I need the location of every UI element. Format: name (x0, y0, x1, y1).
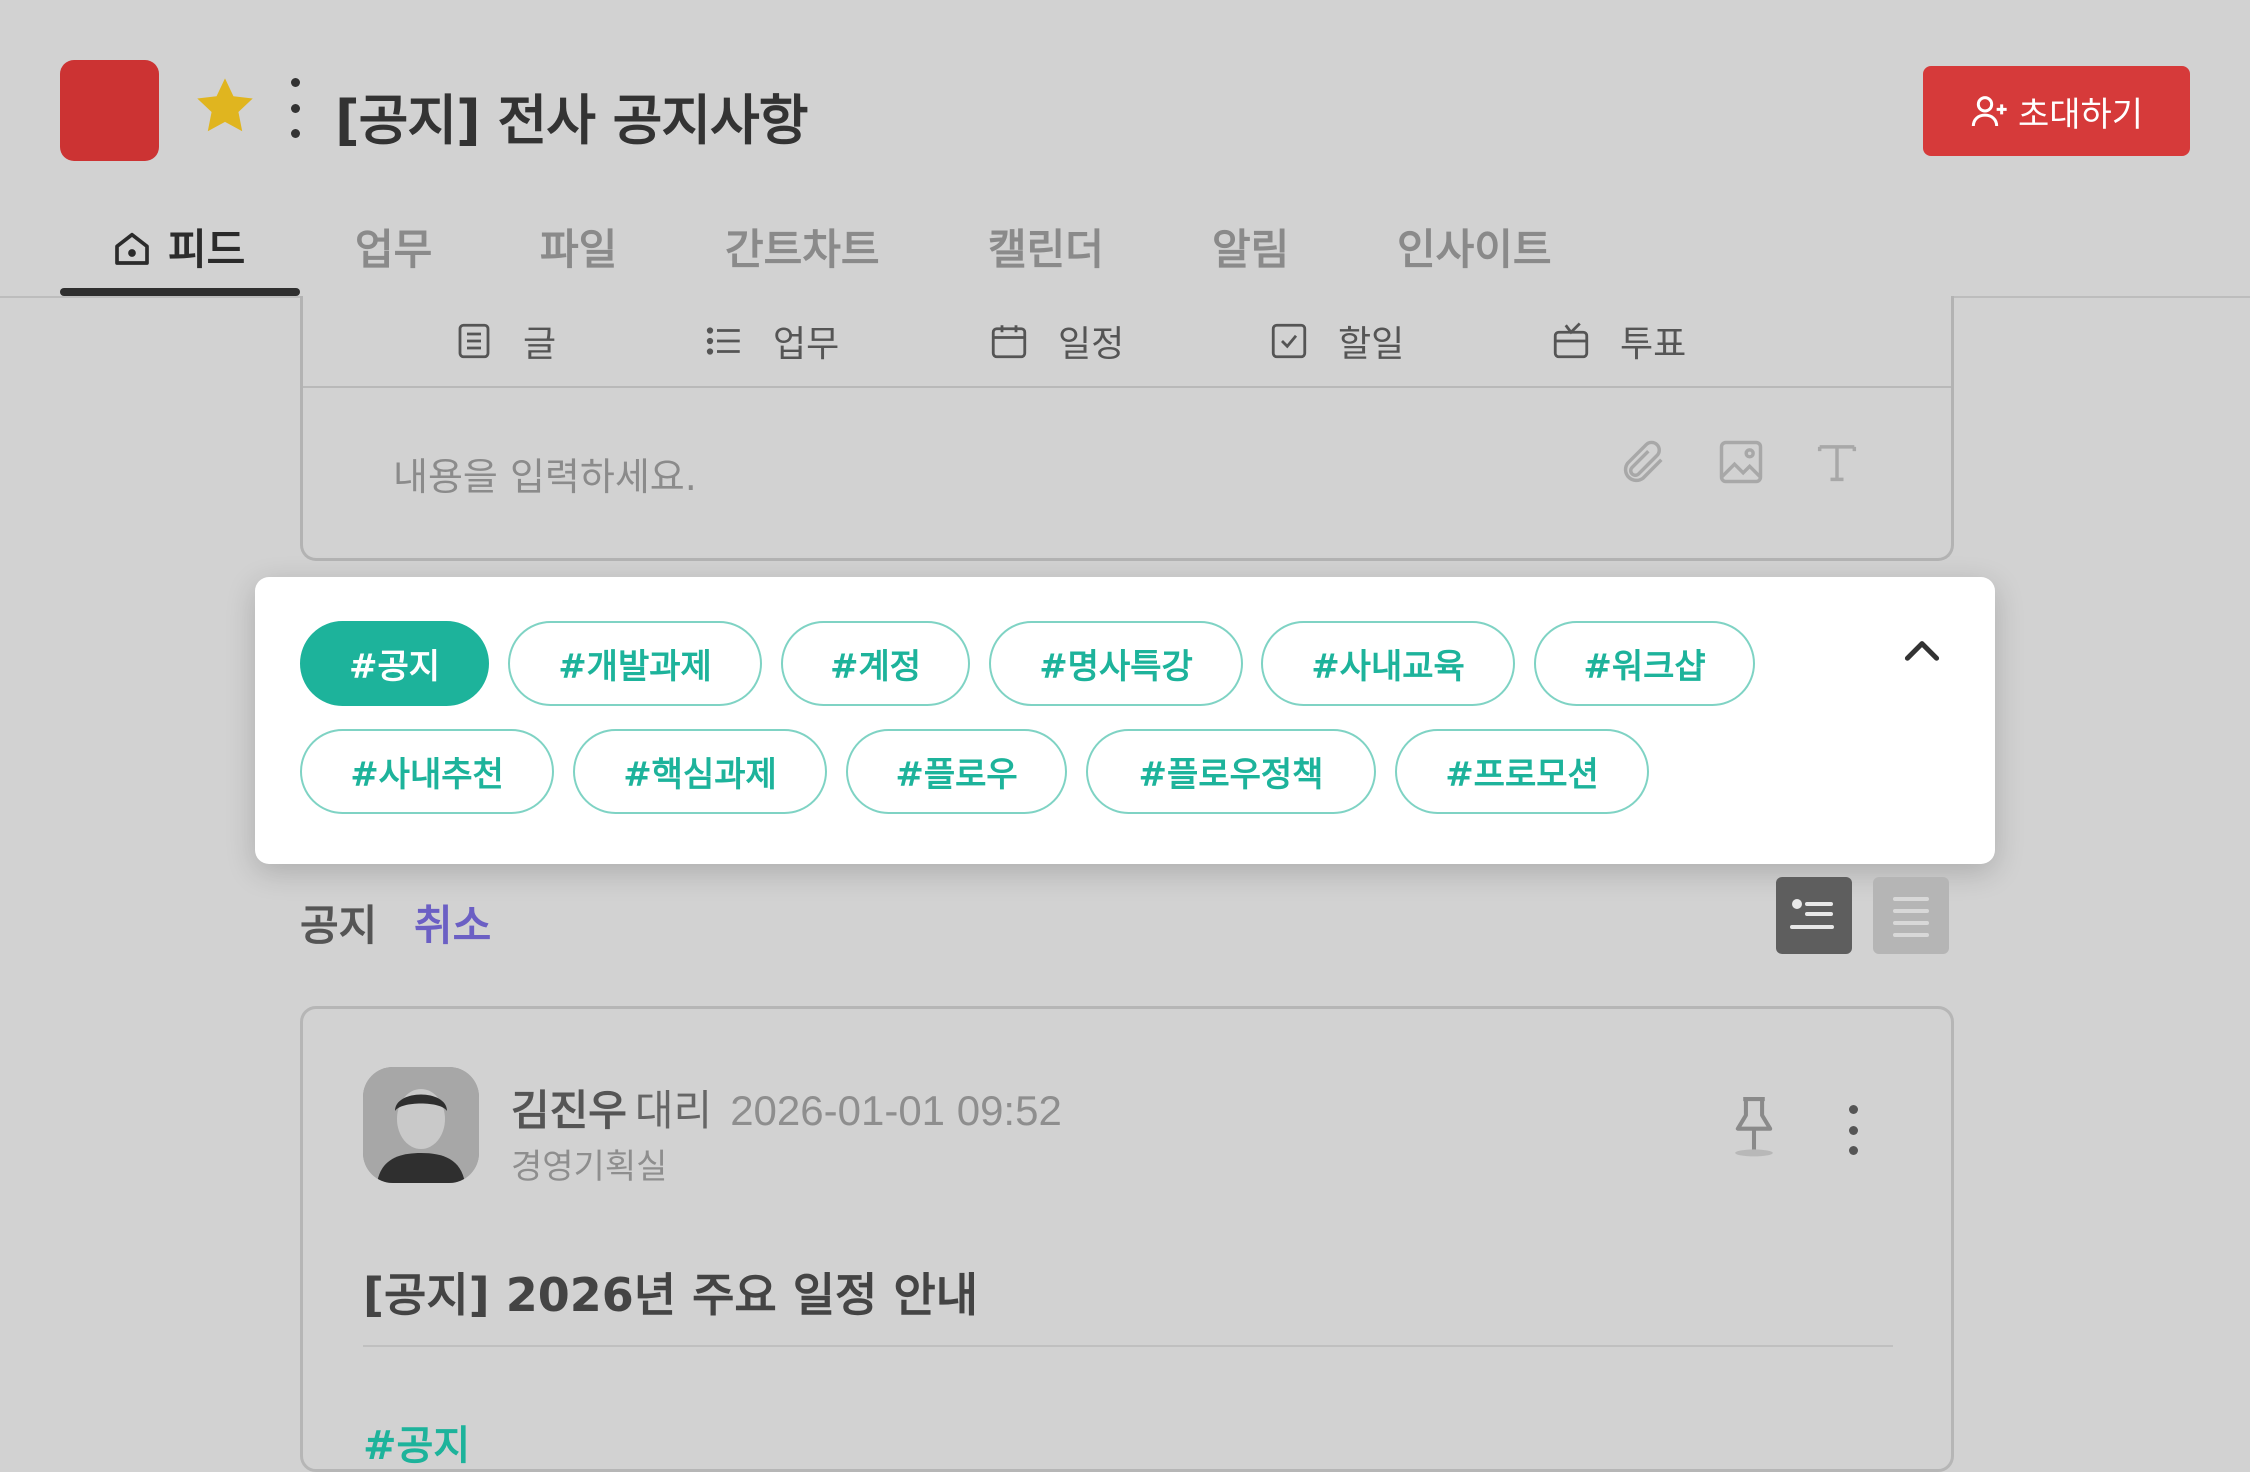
list-view-button[interactable] (1873, 877, 1949, 954)
content-input[interactable]: 내용을 입력하세요. (393, 446, 697, 501)
tab-gantt[interactable]: 간트차트 (725, 216, 880, 277)
composer-type-task[interactable]: 업무 (703, 296, 839, 386)
room-color-icon (60, 60, 159, 161)
post-timestamp: 2026-01-01 09:52 (730, 1087, 1062, 1134)
tag-chip[interactable]: #플로우정책 (1086, 729, 1376, 814)
home-icon (115, 232, 149, 265)
tag-chip[interactable]: #명사특강 (989, 621, 1243, 706)
task-list-icon (706, 327, 740, 355)
author-line: 김진우 대리 2026-01-01 09:52 (511, 1077, 1062, 1138)
divider (363, 1345, 1893, 1347)
checkbox-icon (1271, 323, 1307, 359)
composer-type-bar: 글 업무 일정 할일 투표 (303, 296, 1951, 388)
tag-chip[interactable]: #프로모션 (1395, 729, 1649, 814)
list-view-icon (1893, 897, 1929, 937)
tag-chip[interactable]: #개발과제 (508, 621, 762, 706)
tab-tasks[interactable]: 업무 (355, 216, 432, 277)
filter-cancel-link[interactable]: 취소 (414, 892, 491, 953)
author-department: 경영기획실 (511, 1147, 668, 1187)
author-rank: 대리 (634, 1086, 713, 1135)
active-tab-indicator (60, 288, 300, 296)
tab-insights[interactable]: 인사이트 (1397, 216, 1552, 277)
active-filter-label: 공지 (300, 901, 378, 950)
star-icon[interactable] (190, 72, 260, 142)
image-icon[interactable] (1715, 436, 1767, 488)
author-photo (363, 1067, 479, 1183)
card-view-icon (1790, 899, 1834, 929)
invite-button-label: 초대하기 (2017, 94, 2144, 135)
composer-type-post[interactable]: 글 (453, 296, 556, 386)
calendar-icon (991, 325, 1027, 359)
composer-type-schedule[interactable]: 일정 (988, 296, 1124, 386)
attach-icon[interactable] (1618, 436, 1670, 488)
room-menu-icon[interactable] (280, 78, 310, 138)
tab-bar: 피드 업무 파일 간트차트 캘린더 알림 인사이트 (0, 196, 2250, 298)
tab-feed[interactable]: 피드 (112, 216, 245, 277)
post-composer: 글 업무 일정 할일 투표 내용을 입력하세요. (300, 296, 1954, 561)
tab-notifications[interactable]: 알림 (1212, 216, 1289, 277)
tag-chip[interactable]: #플로우 (846, 729, 1067, 814)
tag-filter-popup: #공지 #개발과제 #계정 #명사특강 #사내교육 #워크샵 #사내추천 #핵심… (255, 577, 1995, 864)
post-card: 김진우 대리 2026-01-01 09:52 경영기획실 [공지] 2026년 주… (300, 1006, 1954, 1472)
tag-chip[interactable]: #워크샵 (1534, 621, 1755, 706)
post-hashtag[interactable]: #공지 (363, 1413, 470, 1471)
avatar[interactable] (363, 1067, 479, 1183)
post-title: [공지] 2026년 주요 일정 안내 (363, 1268, 979, 1322)
tag-chip[interactable]: #사내추천 (300, 729, 554, 814)
vote-icon (1553, 322, 1589, 359)
author-name[interactable]: 김진우 (511, 1086, 627, 1135)
tag-chip[interactable]: #공지 (300, 621, 489, 706)
text-format-icon[interactable] (1811, 436, 1863, 488)
post-menu-icon[interactable] (1843, 1105, 1863, 1155)
card-view-button[interactable] (1776, 877, 1852, 954)
tag-chip[interactable]: #계정 (781, 621, 970, 706)
tab-files[interactable]: 파일 (540, 216, 617, 277)
tag-chip[interactable]: #사내교육 (1261, 621, 1515, 706)
chevron-up-icon[interactable] (1897, 627, 1947, 677)
room-title: [공지] 전사 공지사항 (335, 89, 808, 152)
invite-button[interactable]: 초대하기 (1923, 66, 2190, 156)
document-icon (458, 323, 490, 359)
add-user-icon (1971, 96, 2007, 127)
composer-type-vote[interactable]: 투표 (1550, 296, 1686, 386)
pin-icon[interactable] (1721, 1091, 1787, 1161)
tab-calendar[interactable]: 캘린더 (988, 216, 1104, 277)
tag-chip[interactable]: #핵심과제 (573, 729, 827, 814)
composer-type-todo[interactable]: 할일 (1268, 296, 1404, 386)
